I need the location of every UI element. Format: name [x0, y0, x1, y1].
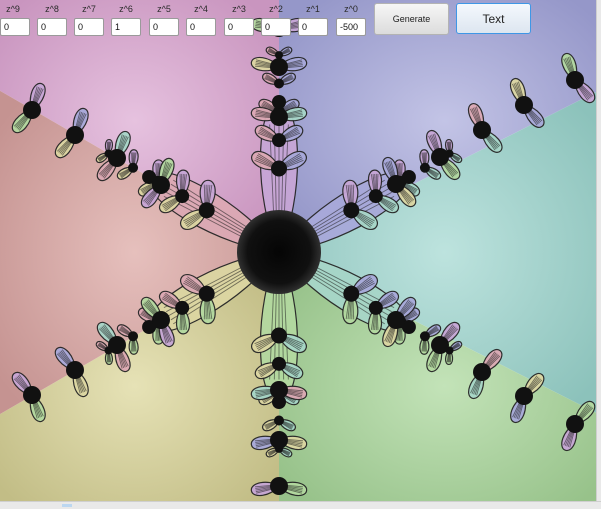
coef-z3: z^3 — [224, 4, 254, 38]
fractal-node — [473, 363, 491, 381]
fractal-node — [275, 51, 283, 60]
fractal-node — [152, 176, 170, 194]
fractal-node — [270, 431, 288, 449]
fractal-node — [274, 415, 284, 426]
fractal-node — [175, 189, 190, 204]
fractal-node — [270, 58, 288, 76]
fractal-node — [343, 285, 360, 302]
coef-z5: z^5 — [149, 4, 179, 38]
coef-z6-input[interactable] — [111, 18, 141, 36]
fractal-node — [271, 327, 287, 344]
fractal-node — [198, 202, 215, 219]
fractal-node — [368, 300, 383, 315]
fractal-node — [108, 336, 126, 354]
coef-z8-label: z^8 — [45, 4, 59, 14]
coef-z4-label: z^4 — [194, 4, 208, 14]
fractal-node — [343, 202, 360, 219]
fractal-node — [271, 160, 287, 177]
coef-z6-label: z^6 — [119, 4, 133, 14]
fractal-node — [128, 331, 139, 342]
fractal-node — [566, 71, 584, 89]
fractal-node — [515, 96, 533, 114]
fractal-node — [23, 101, 41, 119]
fractal-node — [198, 285, 215, 302]
text-button[interactable]: Text — [456, 3, 531, 34]
fractal-node — [66, 126, 84, 144]
fractal-node — [270, 381, 288, 399]
coef-z7-input[interactable] — [74, 18, 104, 36]
coef-z3-label: z^3 — [232, 4, 246, 14]
fractal-node — [419, 162, 430, 173]
coef-z0-label: z^0 — [344, 4, 358, 14]
fractal-node — [387, 175, 405, 193]
fractal-node — [175, 300, 190, 315]
coef-z2: z^2 — [261, 4, 291, 38]
fractal-node — [431, 148, 449, 166]
fractal-canvas — [0, 0, 601, 509]
fractal-node — [566, 415, 584, 433]
coef-z9-label: z^9 — [6, 4, 20, 14]
fractal-node — [272, 95, 286, 109]
fractal-node — [270, 477, 288, 495]
fractal-node — [274, 78, 284, 89]
fractal-node — [66, 361, 84, 379]
fractal-node — [270, 108, 288, 126]
coef-z7: z^7 — [74, 4, 104, 38]
coef-z7-label: z^7 — [82, 4, 96, 14]
fractal-node — [108, 149, 126, 167]
coef-z2-input[interactable] — [261, 18, 291, 36]
fractal-node — [419, 331, 430, 342]
fractal-node — [272, 133, 286, 148]
generate-button[interactable]: Generate — [374, 3, 449, 35]
window-frame-bottom — [0, 501, 601, 509]
coef-z3-input[interactable] — [224, 18, 254, 36]
fractal-node — [473, 121, 491, 139]
coef-z8: z^8 — [37, 4, 67, 38]
coef-z0-input[interactable] — [336, 18, 366, 36]
coef-z4-input[interactable] — [186, 18, 216, 36]
taskbar-marker — [62, 504, 72, 507]
coef-z1-input[interactable] — [298, 18, 328, 36]
coef-z1: z^1 — [298, 4, 328, 38]
fractal-node — [368, 189, 383, 204]
coef-z2-label: z^2 — [269, 4, 283, 14]
fractal-node — [128, 162, 139, 173]
fractal-node — [387, 311, 405, 329]
fractal-node — [152, 311, 170, 329]
coef-z4: z^4 — [186, 4, 216, 38]
coef-z0: z^0 — [336, 4, 366, 38]
fractal-node — [272, 356, 286, 371]
coef-z9-input[interactable] — [0, 18, 30, 36]
fractal-node — [515, 387, 533, 405]
coef-z5-label: z^5 — [157, 4, 171, 14]
coef-z9: z^9 — [0, 4, 30, 38]
coef-z1-label: z^1 — [306, 4, 320, 14]
fractal-node — [23, 386, 41, 404]
coef-z5-input[interactable] — [149, 18, 179, 36]
fractal-core — [237, 210, 321, 294]
window-frame-right — [596, 0, 601, 509]
coef-z8-input[interactable] — [37, 18, 67, 36]
fractal-node — [431, 336, 449, 354]
coef-z6: z^6 — [111, 4, 141, 38]
